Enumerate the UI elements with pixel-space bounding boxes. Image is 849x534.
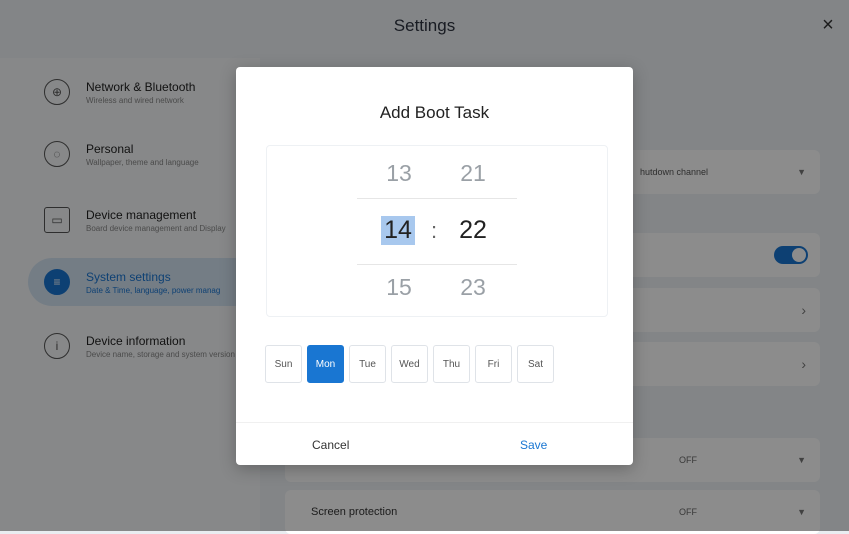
time-separator: : — [431, 218, 438, 243]
hour-option[interactable]: 15 — [379, 274, 419, 301]
day-fri[interactable]: Fri — [475, 345, 512, 383]
day-sun[interactable]: Sun — [265, 345, 302, 383]
hour-option[interactable]: 13 — [379, 160, 419, 187]
picker-divider — [357, 198, 517, 199]
hour-selected[interactable]: 14 — [381, 216, 415, 245]
dialog-actions: Cancel Save — [236, 422, 633, 466]
day-mon[interactable]: Mon — [307, 345, 344, 383]
add-boot-task-dialog: Add Boot Task 13 14 15 : 21 22 23 Sun Mo… — [236, 67, 633, 465]
day-thu[interactable]: Thu — [433, 345, 470, 383]
picker-divider — [357, 264, 517, 265]
save-button[interactable]: Save — [520, 438, 547, 452]
cancel-button[interactable]: Cancel — [312, 438, 349, 452]
dialog-title: Add Boot Task — [379, 103, 490, 122]
day-wed[interactable]: Wed — [391, 345, 428, 383]
day-sat[interactable]: Sat — [517, 345, 554, 383]
time-picker[interactable]: 13 14 15 : 21 22 23 — [266, 145, 608, 317]
day-tue[interactable]: Tue — [349, 345, 386, 383]
minute-option[interactable]: 21 — [453, 160, 493, 187]
minute-selected[interactable]: 22 — [453, 216, 493, 245]
minute-option[interactable]: 23 — [453, 274, 493, 301]
weekday-selector: Sun Mon Tue Wed Thu Fri Sat — [265, 345, 554, 383]
